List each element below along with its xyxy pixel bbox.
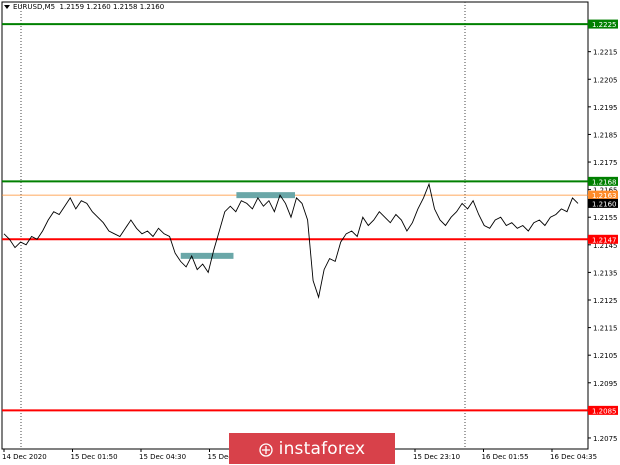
highlight-zone-0 xyxy=(236,192,295,199)
level-tag-label: 1.2085 xyxy=(592,407,617,415)
y-tick-label: 1.2135 xyxy=(593,269,618,277)
x-tick-label: 16 Dec 04:35 xyxy=(550,453,597,461)
x-tick-label: 14 Dec 2020 xyxy=(2,453,47,461)
level-tag-label: 1.2160 xyxy=(592,200,617,208)
x-tick-label: 16 Dec 01:55 xyxy=(482,453,529,461)
x-tick-label: 15 Dec 04:30 xyxy=(139,453,186,461)
chart-frame xyxy=(1,1,589,450)
y-tick-label: 1.2075 xyxy=(593,435,618,443)
y-tick-label: 1.2105 xyxy=(593,352,618,360)
level-tag-label: 1.2225 xyxy=(592,21,617,29)
y-tick-label: 1.2115 xyxy=(593,325,618,333)
price-chart[interactable]: 1.22151.22051.21951.21851.21751.21651.21… xyxy=(0,0,620,465)
y-tick-label: 1.2155 xyxy=(593,214,618,222)
level-tag-label: 1.2147 xyxy=(592,236,617,244)
x-tick-label: 15 Dec 01:50 xyxy=(71,453,118,461)
level-tag-label: 1.2168 xyxy=(592,178,617,186)
instaforex-watermark: instaforex xyxy=(229,433,395,464)
y-tick-label: 1.2185 xyxy=(593,131,618,139)
y-tick-label: 1.2215 xyxy=(593,49,618,57)
price-line xyxy=(3,182,579,299)
y-tick-label: 1.2175 xyxy=(593,159,618,167)
y-tick-label: 1.2125 xyxy=(593,297,618,305)
instaforex-logo-icon xyxy=(259,442,273,457)
y-tick-label: 1.2205 xyxy=(593,76,618,84)
logo-text: instaforex xyxy=(278,438,366,459)
x-tick-label: 15 Dec 23:10 xyxy=(413,453,460,461)
highlight-zone-1 xyxy=(180,252,234,259)
y-tick-label: 1.2095 xyxy=(593,380,618,388)
y-tick-label: 1.2195 xyxy=(593,104,618,112)
